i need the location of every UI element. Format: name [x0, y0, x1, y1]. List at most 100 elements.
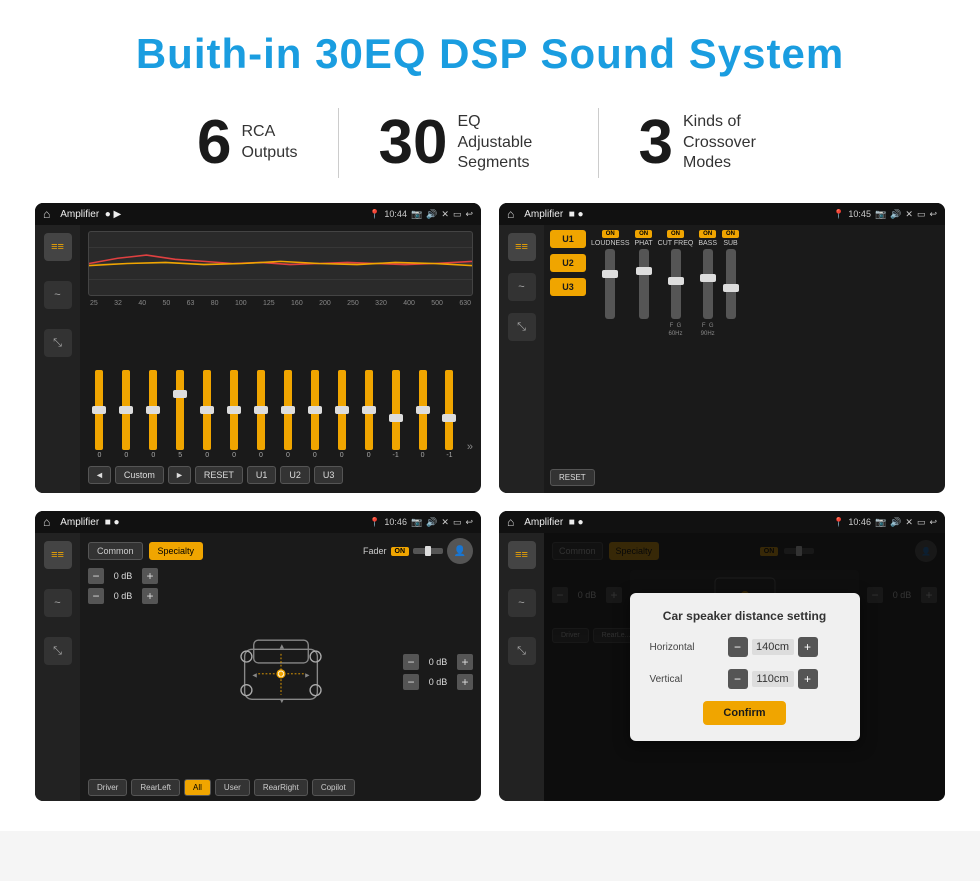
eq-main: 2532405063 80100125160200 25032040050063… — [80, 225, 481, 493]
fader-rr-minus[interactable]: − — [403, 674, 419, 690]
fader-rearleft-btn[interactable]: RearLeft — [131, 779, 180, 796]
stat-eq-number: 30 — [379, 112, 448, 174]
eq-next-button[interactable]: ► — [168, 466, 191, 484]
dist-home-icon[interactable]: ⌂ — [507, 515, 514, 529]
dialog-horizontal-plus[interactable]: + — [798, 637, 818, 657]
cross-cutfreq-group: ON CUT FREQ F G 60Hz — [658, 230, 694, 459]
cross-bass-group: ON BASS F G 90Hz — [698, 230, 717, 459]
fader-fr-value: 0 dB — [422, 657, 454, 667]
fader-body: − 0 dB + − 0 dB + — [88, 568, 473, 775]
eq-slider-10: 0 — [357, 370, 380, 459]
dialog-horizontal-minus[interactable]: − — [728, 637, 748, 657]
crossover-screen: ⌂ Amplifier ■ ● 📍 10:45 📷 🔊 ✕ ▭ ↩ ≡≡ — [499, 203, 945, 493]
cross-reset-button[interactable]: RESET — [550, 469, 595, 486]
fader-content: ≡≡ ~ ⤡ Common Specialty Fader ON — [35, 533, 481, 801]
cross-sidebar-icon-1[interactable]: ≡≡ — [508, 233, 536, 261]
dist-sidebar-icon-1[interactable]: ≡≡ — [508, 541, 536, 569]
eq-screen-title: Amplifier ● ▶ — [56, 209, 363, 220]
fader-sidebar-icon-1[interactable]: ≡≡ — [44, 541, 72, 569]
dist-sidebar-icon-3[interactable]: ⤡ — [508, 637, 536, 665]
cross-screen-title: Amplifier ■ ● — [520, 209, 827, 220]
cross-sidebar-icon-3[interactable]: ⤡ — [508, 313, 536, 341]
fader-rr-plus[interactable]: + — [457, 674, 473, 690]
fader-on-badge[interactable]: ON — [391, 547, 410, 556]
eq-slider-11: -1 — [384, 370, 407, 459]
eq-u3-button[interactable]: U3 — [314, 466, 344, 484]
fader-fl-plus[interactable]: + — [142, 568, 158, 584]
fader-db-control-fr: − 0 dB + — [403, 654, 473, 670]
car-diagram-svg: ▲ ▼ ◄ ► — [221, 622, 341, 722]
cross-loudness-group: ON LOUDNESS — [591, 230, 630, 459]
stat-rca-number: 6 — [197, 112, 231, 174]
fader-rr-value: 0 dB — [422, 677, 454, 687]
cross-loudness-on[interactable]: ON — [602, 230, 619, 238]
fader-common-tab[interactable]: Common — [88, 542, 143, 560]
fader-right-col: − 0 dB + − 0 dB + — [403, 568, 473, 775]
fader-specialty-tab[interactable]: Specialty — [149, 542, 204, 560]
dialog-confirm-button[interactable]: Confirm — [703, 701, 785, 725]
fader-all-btn[interactable]: All — [184, 779, 211, 796]
dialog-vertical-minus[interactable]: − — [728, 669, 748, 689]
eq-u1-button[interactable]: U1 — [247, 466, 277, 484]
eq-expand-arrows[interactable]: » — [465, 441, 473, 453]
fader-home-icon[interactable]: ⌂ — [43, 515, 50, 529]
cross-main: U1 U2 U3 ON LOUDNESS — [544, 225, 945, 493]
cross-home-icon[interactable]: ⌂ — [507, 207, 514, 221]
fader-main: Common Specialty Fader ON 👤 — [80, 533, 481, 801]
eq-sidebar-icon-3[interactable]: ⤡ — [44, 329, 72, 357]
page-title: Buith-in 30EQ DSP Sound System — [30, 20, 950, 98]
cross-cutfreq-on[interactable]: ON — [667, 230, 684, 238]
fader-driver-btn[interactable]: Driver — [88, 779, 127, 796]
fader-copilot-btn[interactable]: Copilot — [312, 779, 355, 796]
fader-sidebar-icon-3[interactable]: ⤡ — [44, 637, 72, 665]
eq-sidebar-icon-2[interactable]: ~ — [44, 281, 72, 309]
cross-sidebar-icon-2[interactable]: ~ — [508, 273, 536, 301]
dist-sidebar-icon-2[interactable]: ~ — [508, 589, 536, 617]
svg-text:◄: ◄ — [251, 670, 258, 679]
dialog-vertical-plus[interactable]: + — [798, 669, 818, 689]
fader-user-btn[interactable]: User — [215, 779, 250, 796]
fader-rl-plus[interactable]: + — [142, 588, 158, 604]
eq-sidebar-icon-1[interactable]: ≡≡ — [44, 233, 72, 261]
stat-crossover-label: Kinds of Crossover Modes — [683, 112, 783, 174]
fader-top-bar: Common Specialty Fader ON 👤 — [88, 538, 473, 564]
fader-fl-minus[interactable]: − — [88, 568, 104, 584]
fader-rearright-btn[interactable]: RearRight — [254, 779, 308, 796]
cross-preset-u3[interactable]: U3 — [550, 278, 586, 296]
eq-custom-button[interactable]: Custom — [115, 466, 164, 484]
dialog-horizontal-value: 140cm — [752, 639, 794, 655]
fader-db-control-rl: − 0 dB + — [88, 588, 158, 604]
eq-slider-13: -1 — [438, 370, 461, 459]
eq-reset-button[interactable]: RESET — [195, 466, 243, 484]
eq-slider-7: 0 — [276, 370, 299, 459]
fader-avatar[interactable]: 👤 — [447, 538, 473, 564]
fader-left-col: − 0 dB + − 0 dB + — [88, 568, 158, 775]
fader-fr-plus[interactable]: + — [457, 654, 473, 670]
page-wrapper: Buith-in 30EQ DSP Sound System 6 RCA Out… — [0, 0, 980, 831]
eq-sliders-row: 0 0 0 5 — [88, 311, 473, 463]
eq-prev-button[interactable]: ◄ — [88, 466, 111, 484]
fader-screen: ⌂ Amplifier ■ ● 📍 10:46 📷 🔊 ✕ ▭ ↩ ≡≡ — [35, 511, 481, 801]
eq-slider-4: 0 — [196, 370, 219, 459]
dialog-horizontal-label: Horizontal — [650, 642, 720, 653]
fader-db-control-fl: − 0 dB + — [88, 568, 158, 584]
cross-phat-on[interactable]: ON — [635, 230, 652, 238]
eq-slider-3: 5 — [169, 370, 192, 459]
distance-dialog-overlay: Car speaker distance setting Horizontal … — [544, 533, 945, 801]
cross-status-icons: 📍 10:45 📷 🔊 ✕ ▭ ↩ — [833, 209, 937, 220]
eq-graph — [88, 231, 473, 296]
eq-home-icon[interactable]: ⌂ — [43, 207, 50, 221]
eq-slider-8: 0 — [303, 370, 326, 459]
fader-label: Fader — [363, 546, 387, 556]
eq-u2-button[interactable]: U2 — [280, 466, 310, 484]
eq-slider-6: 0 — [250, 370, 273, 459]
fader-rl-minus[interactable]: − — [88, 588, 104, 604]
cross-preset-u1[interactable]: U1 — [550, 230, 586, 248]
fader-fr-minus[interactable]: − — [403, 654, 419, 670]
cross-bass-on[interactable]: ON — [699, 230, 716, 238]
cross-sub-on[interactable]: ON — [722, 230, 739, 238]
fader-sidebar-icon-2[interactable]: ~ — [44, 589, 72, 617]
stat-eq-label: EQ Adjustable Segments — [458, 112, 558, 174]
dialog-vertical-stepper: − 110cm + — [728, 669, 818, 689]
cross-preset-u2[interactable]: U2 — [550, 254, 586, 272]
